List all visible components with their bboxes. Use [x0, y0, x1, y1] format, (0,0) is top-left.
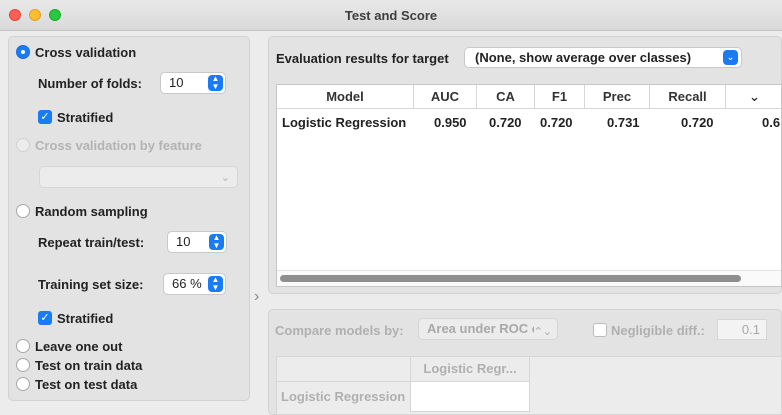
folds-value: 10 [169, 75, 184, 90]
scrollbar-thumb[interactable] [280, 275, 741, 282]
column-header-ca[interactable]: CA [477, 85, 535, 109]
compare-select[interactable]: Area under ROC c ⌃⌄ [418, 318, 558, 340]
target-select[interactable]: (None, show average over classes) ⌄ [464, 47, 742, 68]
matrix-cell [410, 381, 530, 412]
title-bar: Test and Score [0, 0, 782, 31]
column-header-model[interactable]: Model [277, 85, 414, 109]
test-on-test-radio[interactable] [16, 377, 30, 391]
stratified-cv-label: Stratified [57, 110, 114, 125]
stratified-rs-label: Stratified [57, 311, 114, 326]
folds-spinbox[interactable]: 10 ▲ ▼ [160, 72, 226, 94]
chevron-updown-icon: ▲ ▼ [208, 276, 223, 292]
column-header-recall[interactable]: Recall [650, 85, 726, 109]
matrix-column-header: Logistic Regr... [423, 361, 517, 376]
stratified-cv-checkbox[interactable]: ✓ [38, 110, 52, 124]
feature-select[interactable]: ⌄ [39, 166, 238, 188]
prec-cell: 0.731 [607, 115, 640, 130]
horizontal-scrollbar[interactable] [277, 270, 781, 286]
table-header: Model AUC CA F1 Prec Recall ⌄ [277, 85, 781, 109]
random-sampling-radio[interactable] [16, 204, 30, 218]
test-on-test-label: Test on test data [35, 377, 138, 392]
leave-one-out-label: Leave one out [35, 339, 123, 354]
random-sampling-label: Random sampling [35, 204, 148, 219]
column-header-auc[interactable]: AUC [414, 85, 477, 109]
negligible-checkbox[interactable] [593, 323, 607, 337]
column-header-f1[interactable]: F1 [535, 85, 585, 109]
compare-label: Compare models by: [275, 323, 404, 338]
f1-cell: 0.720 [540, 115, 573, 130]
compare-value: Area under ROC c [427, 321, 539, 336]
chevron-down-icon: ⌄ [723, 50, 738, 65]
test-on-train-radio[interactable] [16, 358, 30, 372]
collapse-panel-icon[interactable]: › [254, 288, 259, 306]
test-on-train-label: Test on train data [35, 358, 143, 373]
train-size-label: Training set size: [38, 277, 144, 292]
window-title: Test and Score [344, 8, 438, 23]
comparison-matrix: Logistic Regr... Logistic Regression [276, 356, 782, 415]
target-label: Evaluation results for target [276, 51, 449, 66]
leave-one-out-radio[interactable] [16, 339, 30, 353]
repeat-value: 10 [176, 234, 191, 249]
chevron-updown-icon: ▲ ▼ [209, 234, 224, 250]
folds-label: Number of folds: [38, 76, 142, 91]
auc-cell: 0.950 [434, 115, 467, 130]
cross-validation-radio[interactable] [16, 45, 30, 59]
target-value: (None, show average over classes) [475, 50, 692, 65]
recall-cell: 0.720 [681, 115, 714, 130]
negligible-label: Negligible diff.: [611, 323, 705, 338]
train-size-spinbox[interactable]: 66 % ▲ ▼ [163, 273, 226, 295]
negligible-input[interactable]: 0.1 [717, 319, 767, 340]
model-cell: Logistic Regression [282, 115, 407, 130]
train-size-value: 66 % [172, 276, 202, 291]
partial-cell: 0.6 [762, 115, 781, 130]
column-options-chevron-icon[interactable]: ⌄ [726, 85, 781, 109]
column-header-prec[interactable]: Prec [585, 85, 650, 109]
results-table: Model AUC CA F1 Prec Recall ⌄ Logistic R… [276, 84, 782, 287]
chevron-updown-icon: ⌃⌄ [533, 322, 552, 339]
cv-by-feature-label: Cross validation by feature [35, 138, 202, 153]
repeat-label: Repeat train/test: [38, 235, 145, 250]
ca-cell: 0.720 [489, 115, 522, 130]
repeat-spinbox[interactable]: 10 ▲ ▼ [167, 231, 227, 253]
chevron-updown-icon: ▲ ▼ [208, 75, 223, 91]
matrix-row-header: Logistic Regression [281, 389, 406, 404]
cv-by-feature-radio[interactable] [16, 138, 30, 152]
stratified-rs-checkbox[interactable]: ✓ [38, 311, 52, 325]
cross-validation-label: Cross validation [35, 45, 137, 60]
chevron-down-icon: ⌄ [220, 172, 230, 184]
